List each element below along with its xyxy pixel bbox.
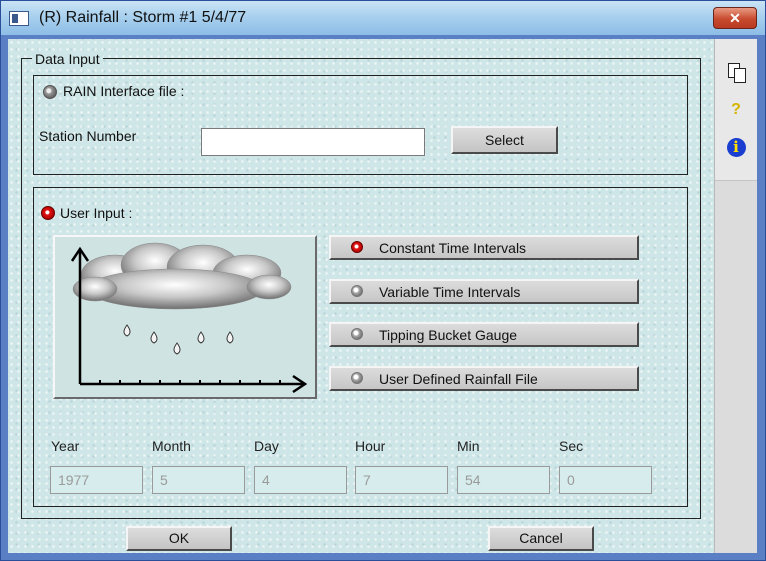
year-field: 1977 [50, 466, 143, 494]
station-number-label: Station Number [39, 128, 137, 144]
window-title: (R) Rainfall : Storm #1 5/4/77 [39, 9, 247, 26]
ok-button[interactable]: OK [126, 526, 232, 551]
month-label: Month [152, 438, 191, 454]
rain-interface-label: RAIN Interface file : [63, 83, 185, 99]
option-label: User Defined Rainfall File [379, 371, 538, 387]
option-label: Tipping Bucket Gauge [379, 327, 518, 343]
app-window-icon [9, 11, 29, 26]
constant-time-intervals-button[interactable]: Constant Time Intervals [329, 235, 639, 260]
tipping-bucket-gauge-button[interactable]: Tipping Bucket Gauge [329, 322, 639, 347]
user-input-radio[interactable] [41, 206, 55, 220]
title-bar[interactable]: (R) Rainfall : Storm #1 5/4/77 ✕ [1, 1, 765, 35]
cancel-button[interactable]: Cancel [488, 526, 594, 551]
constant-time-radio-icon [351, 241, 363, 253]
user-defined-rainfall-file-button[interactable]: User Defined Rainfall File [329, 366, 639, 391]
option-label: Variable Time Intervals [379, 284, 521, 300]
month-field: 5 [152, 466, 245, 494]
toolbar-icon-panel: ? i [715, 39, 757, 181]
hour-label: Hour [355, 438, 386, 454]
rainfall-dialog-window: (R) Rainfall : Storm #1 5/4/77 ✕ Data In… [0, 0, 766, 561]
tipping-bucket-radio-icon [351, 328, 363, 340]
data-input-legend: Data Input [32, 51, 103, 67]
station-number-input[interactable] [201, 128, 425, 156]
sec-label: Sec [559, 438, 584, 454]
year-label: Year [51, 438, 80, 454]
sec-field: 0 [559, 466, 652, 494]
user-input-label: User Input : [60, 205, 133, 221]
user-defined-radio-icon [351, 372, 363, 384]
copy-icon[interactable] [725, 61, 747, 83]
select-button[interactable]: Select [451, 126, 558, 154]
help-icon[interactable]: ? [725, 99, 747, 121]
min-field: 54 [457, 466, 550, 494]
hour-field: 7 [355, 466, 448, 494]
day-field: 4 [254, 466, 347, 494]
main-panel: Data Input RAIN Interface file : Station… [8, 39, 714, 553]
right-toolbar: ? i [714, 39, 757, 553]
variable-time-intervals-button[interactable]: Variable Time Intervals [329, 279, 639, 304]
option-label: Constant Time Intervals [379, 240, 527, 256]
rainfall-illustration [53, 235, 317, 399]
close-button[interactable]: ✕ [713, 7, 757, 29]
min-label: Min [457, 438, 480, 454]
info-icon[interactable]: i [725, 135, 747, 157]
info-glyph: i [726, 138, 746, 157]
day-label: Day [254, 438, 279, 454]
dialog-client-area: Data Input RAIN Interface file : Station… [8, 39, 757, 553]
cloud-rain-graph-icon [70, 242, 308, 394]
rain-interface-radio[interactable] [43, 85, 57, 99]
variable-time-radio-icon [351, 285, 363, 297]
